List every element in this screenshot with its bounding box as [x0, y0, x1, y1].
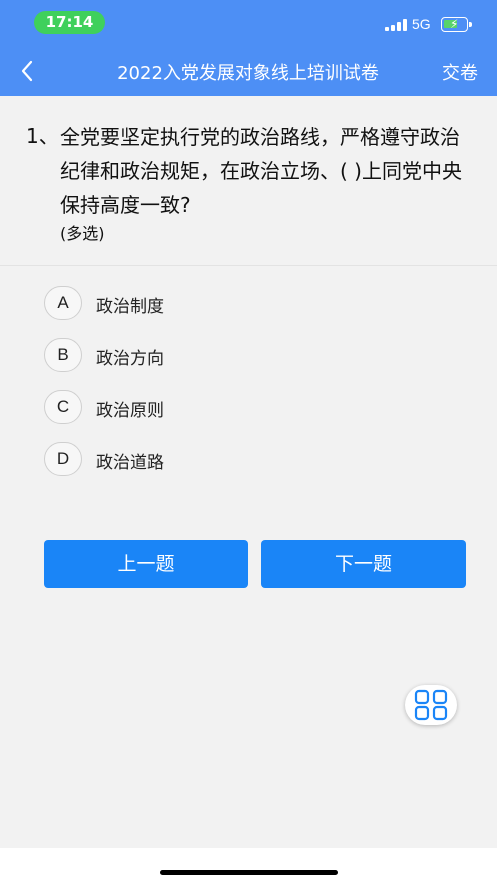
option-a[interactable]: A 政治制度: [44, 286, 344, 320]
page-title: 2022入党发展对象线上培训试卷: [117, 63, 379, 84]
battery-icon: ⚡: [441, 17, 472, 32]
question-type: (多选): [60, 224, 105, 243]
home-area: [0, 848, 497, 883]
option-text: 政治制度: [96, 297, 164, 317]
question-block: 1、 全党要坚定执行党的政治路线，严格遵守政治纪律和政治规矩，在政治立场、( )…: [0, 96, 497, 266]
answer-sheet-button[interactable]: [405, 685, 457, 725]
status-bar: 17:14 5G ⚡: [0, 0, 497, 46]
network-type: 5G: [412, 16, 431, 32]
option-letter: D: [44, 442, 82, 476]
submit-exam-button[interactable]: 交卷: [432, 59, 488, 85]
top-bar: 17:14 5G ⚡ 2022入党发展对象线上培训试卷 交卷: [0, 0, 497, 96]
option-text: 政治道路: [96, 453, 164, 473]
option-c[interactable]: C 政治原则: [44, 390, 344, 424]
option-b[interactable]: B 政治方向: [44, 338, 344, 372]
nav-bar: 2022入党发展对象线上培训试卷 交卷: [0, 46, 497, 96]
option-letter: C: [44, 390, 82, 424]
option-letter: A: [44, 286, 82, 320]
option-d[interactable]: D 政治道路: [44, 442, 344, 476]
option-text: 政治方向: [96, 349, 164, 369]
next-question-button[interactable]: 下一题: [261, 540, 466, 588]
divider: [0, 265, 497, 266]
status-time: 17:14: [34, 11, 105, 34]
home-indicator[interactable]: [160, 870, 338, 875]
chevron-left-icon: [21, 60, 33, 82]
back-button[interactable]: [14, 56, 42, 86]
question-text: 全党要坚定执行党的政治路线，严格遵守政治纪律和政治规矩，在政治立场、( )上同党…: [60, 125, 462, 217]
question-number: 1、: [26, 124, 59, 148]
grid-icon: [414, 689, 448, 721]
option-letter: B: [44, 338, 82, 372]
signal-icon: [385, 19, 407, 31]
prev-question-button[interactable]: 上一题: [44, 540, 248, 588]
option-text: 政治原则: [96, 401, 164, 421]
